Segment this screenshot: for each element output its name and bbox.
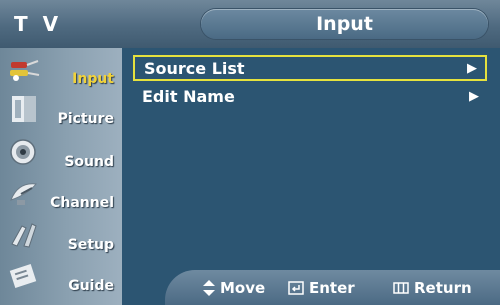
menu-item-edit-name[interactable]: Edit Name ▶: [133, 85, 487, 111]
header-bar: T V Input: [0, 0, 500, 48]
footer-return: Return: [393, 270, 472, 305]
submenu-arrow-icon: ▶: [467, 61, 477, 76]
footer-return-label: Return: [414, 278, 472, 297]
sidebar-item-label: Setup: [67, 237, 114, 253]
sidebar-item-label: Guide: [68, 278, 114, 294]
title-pill: Input: [201, 9, 488, 39]
footer-move: Move: [203, 270, 265, 305]
sidebar-item-setup[interactable]: Setup: [0, 217, 122, 257]
sidebar-item-sound[interactable]: Sound: [0, 134, 122, 174]
submenu-arrow-icon: ▶: [469, 89, 479, 104]
sidebar-item-label: Input: [72, 71, 114, 87]
enter-icon: [288, 280, 304, 295]
sidebar-item-channel[interactable]: Channel: [0, 175, 122, 215]
input-plugs-icon: [10, 60, 40, 81]
setup-icon: [11, 223, 37, 248]
speaker-icon: [10, 139, 36, 165]
footer-hint-bar: Move Enter Return: [165, 270, 500, 305]
tv-mode-label: T V: [14, 12, 63, 36]
sidebar-item-label: Channel: [50, 195, 114, 211]
return-icon: [393, 281, 409, 294]
up-down-arrows-icon: [203, 279, 215, 296]
sidebar: Input Picture Sound Channel Setup Guide: [0, 48, 122, 305]
picture-icon: [12, 96, 36, 122]
menu-item-source-list[interactable]: Source List ▶: [133, 55, 487, 81]
footer-enter-label: Enter: [309, 278, 355, 297]
sidebar-item-label: Sound: [64, 154, 114, 170]
menu-list: Source List ▶ Edit Name ▶: [122, 48, 500, 258]
footer-move-label: Move: [220, 278, 266, 297]
menu-item-label: Source List: [144, 59, 245, 78]
sidebar-item-input[interactable]: Input: [0, 51, 122, 91]
sidebar-item-guide[interactable]: Guide: [0, 258, 122, 298]
menu-item-label: Edit Name: [142, 87, 235, 106]
footer-enter: Enter: [288, 270, 355, 305]
page-title: Input: [316, 13, 373, 35]
sidebar-item-picture[interactable]: Picture: [0, 91, 122, 131]
tv-menu-screen: T V Input Input Picture Sound Channel Se…: [0, 0, 500, 305]
sidebar-item-label: Picture: [57, 111, 114, 127]
guide-icon: [9, 264, 37, 288]
satellite-dish-icon: [10, 183, 37, 205]
